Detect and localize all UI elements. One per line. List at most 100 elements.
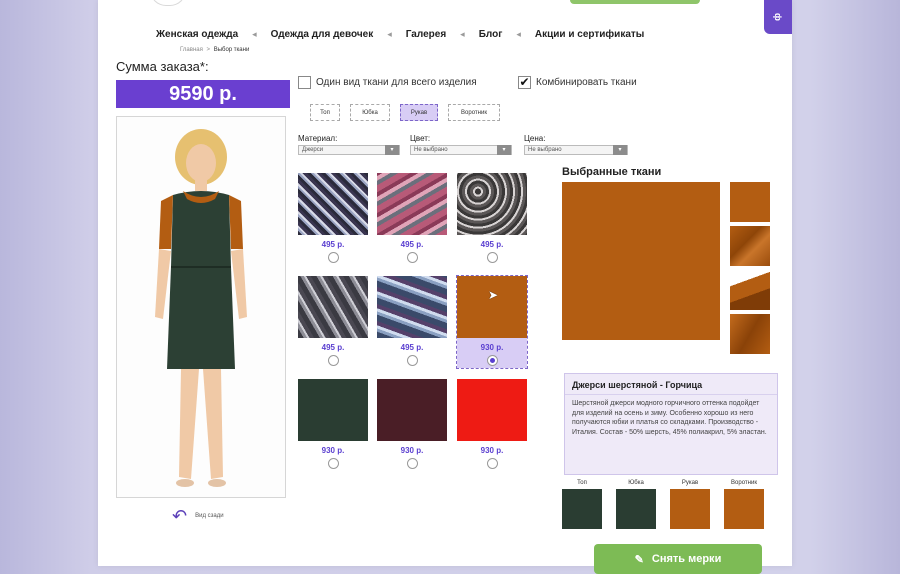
fabric-radio[interactable]	[406, 252, 418, 263]
rotate-view-control[interactable]: ↶ Вид сзади	[172, 507, 224, 525]
fabric-swatch[interactable]	[377, 173, 447, 235]
fabric-thumbnail[interactable]	[730, 270, 770, 310]
color-select[interactable]: Не выбрано ▾	[410, 145, 512, 155]
garment-part-tabs: Топ Юбка Рукав Воротник	[310, 104, 500, 121]
fabric-card[interactable]: 495 р.	[377, 173, 447, 263]
chevron-down-icon[interactable]: ▾	[613, 145, 627, 155]
combine-fabric-option[interactable]: ✔ Комбинировать ткани	[518, 76, 637, 89]
chevron-down-icon[interactable]: ▾	[385, 145, 399, 155]
rotate-icon[interactable]: ↶	[172, 507, 187, 525]
tape-measure-icon: ✎	[634, 553, 644, 566]
fabric-price: 930 р.	[400, 446, 424, 455]
nav-item-women[interactable]: Женская одежда	[156, 29, 238, 40]
part-tab-collar[interactable]: Воротник	[448, 104, 500, 121]
mouse-cursor-icon: ➤	[488, 288, 499, 302]
material-select-value: Джерси	[302, 147, 324, 153]
fabric-swatch[interactable]	[377, 379, 447, 441]
breadcrumb-current: Выбор ткани	[213, 47, 250, 53]
fabric-swatch[interactable]	[298, 173, 368, 235]
color-filter-label: Цвет:	[410, 134, 431, 143]
fabric-card[interactable]: 930 р.	[377, 379, 447, 469]
nav-arrow-icon: ◂	[516, 28, 521, 39]
nav-arrow-icon: ◂	[460, 28, 465, 39]
mini-part-collar: Воротник	[724, 480, 764, 529]
fabric-radio[interactable]	[327, 458, 339, 469]
nav-item-girls[interactable]: Одежда для девочек	[271, 29, 374, 40]
single-fabric-checkbox[interactable]	[298, 76, 311, 89]
take-measurements-label: Снять мерки	[651, 553, 722, 565]
fabric-radio[interactable]	[486, 458, 498, 469]
nav-arrow-icon: ◂	[252, 28, 257, 39]
fabric-swatch[interactable]	[298, 379, 368, 441]
model-figure-icon	[155, 129, 247, 487]
color-select-value: Не выбрано	[414, 147, 448, 153]
breadcrumb-separator: >	[206, 47, 211, 53]
fabric-swatch[interactable]	[457, 173, 527, 235]
nav-arrow-icon: ◂	[387, 28, 392, 39]
fabric-thumbnail[interactable]	[730, 226, 770, 266]
fabric-radio[interactable]	[486, 355, 498, 366]
fabric-card[interactable]: 495 р.	[457, 173, 527, 263]
fabric-radio[interactable]	[486, 252, 498, 263]
side-social-tab[interactable]: ф	[764, 0, 792, 34]
fabric-card[interactable]: 495 р.	[298, 173, 368, 263]
selected-fabric-preview	[562, 182, 720, 340]
price-select[interactable]: Не выбрано ▾	[524, 145, 628, 155]
single-fabric-option[interactable]: Один вид ткани для всего изделия	[298, 76, 477, 89]
order-sum-value: 9590 р.	[116, 80, 290, 108]
color-filter: Цвет: Не выбрано ▾	[410, 134, 512, 155]
page-container: ф Женская одежда ◂ Одежда для девочек ◂ …	[98, 0, 792, 574]
mini-part-swatch	[670, 489, 710, 529]
mini-part-label: Юбка	[628, 480, 644, 486]
fabric-price: 495 р.	[321, 343, 345, 352]
mini-part-label: Топ	[577, 480, 587, 486]
fabric-radio[interactable]	[327, 252, 339, 263]
material-select[interactable]: Джерси ▾	[298, 145, 400, 155]
material-filter-label: Материал:	[298, 134, 338, 143]
nav-item-blog[interactable]: Блог	[479, 29, 503, 40]
combine-fabric-checkbox[interactable]: ✔	[518, 76, 531, 89]
mini-part-swatch	[562, 489, 602, 529]
rotate-label: Вид сзади	[195, 513, 224, 519]
mini-part-label: Рукав	[681, 480, 699, 486]
take-measurements-button[interactable]: ✎ Снять мерки	[594, 544, 762, 574]
mini-part-skirt: Юбка	[616, 480, 656, 529]
logo[interactable]	[150, 0, 186, 6]
fabric-radio[interactable]	[406, 458, 418, 469]
fabric-card[interactable]: 495 р.	[298, 276, 368, 366]
fabric-thumbnail[interactable]	[730, 314, 770, 354]
fabric-swatch[interactable]	[457, 379, 527, 441]
fabric-price: 495 р.	[321, 240, 345, 249]
fabric-swatch[interactable]	[298, 276, 368, 338]
fabric-swatch[interactable]	[377, 276, 447, 338]
combine-fabric-label: Комбинировать ткани	[536, 77, 637, 88]
fabric-price: 930 р.	[480, 446, 504, 455]
fabric-thumbnail[interactable]	[730, 182, 770, 222]
fabric-card[interactable]: 930 р.	[298, 379, 368, 469]
price-select-value: Не выбрано	[528, 147, 562, 153]
part-tab-top[interactable]: Топ	[310, 104, 340, 121]
breadcrumb: Главная > Выбор ткани	[180, 47, 249, 53]
mini-part-top: Топ	[562, 480, 602, 529]
fabric-description-title: Джерси шерстяной - Горчица	[565, 374, 777, 395]
fabric-swatch[interactable]	[457, 276, 527, 338]
fabric-description-text: Шерстяной джерси модного горчичного отте…	[572, 400, 767, 436]
fabric-price: 495 р.	[480, 240, 504, 249]
mini-part-sleeve: Рукав	[670, 480, 710, 529]
model-preview	[116, 116, 286, 498]
fabric-description: Джерси шерстяной - Горчица Шерстяной дже…	[564, 373, 778, 475]
chevron-down-icon[interactable]: ▾	[497, 145, 511, 155]
top-action-button[interactable]	[570, 0, 700, 4]
fabric-card[interactable]: 930 р.	[457, 379, 527, 469]
fabric-card[interactable]: 495 р.	[377, 276, 447, 366]
fabric-radio[interactable]	[406, 355, 418, 366]
fabric-radio[interactable]	[327, 355, 339, 366]
single-fabric-label: Один вид ткани для всего изделия	[316, 77, 477, 88]
breadcrumb-home[interactable]: Главная	[180, 47, 203, 53]
part-tab-skirt[interactable]: Юбка	[350, 104, 390, 121]
main-nav: Женская одежда ◂ Одежда для девочек ◂ Га…	[156, 26, 756, 42]
selected-fabrics-title: Выбранные ткани	[562, 166, 662, 178]
part-tab-sleeve[interactable]: Рукав	[400, 104, 438, 121]
nav-item-promo[interactable]: Акции и сертификаты	[535, 29, 644, 40]
nav-item-gallery[interactable]: Галерея	[406, 29, 446, 40]
